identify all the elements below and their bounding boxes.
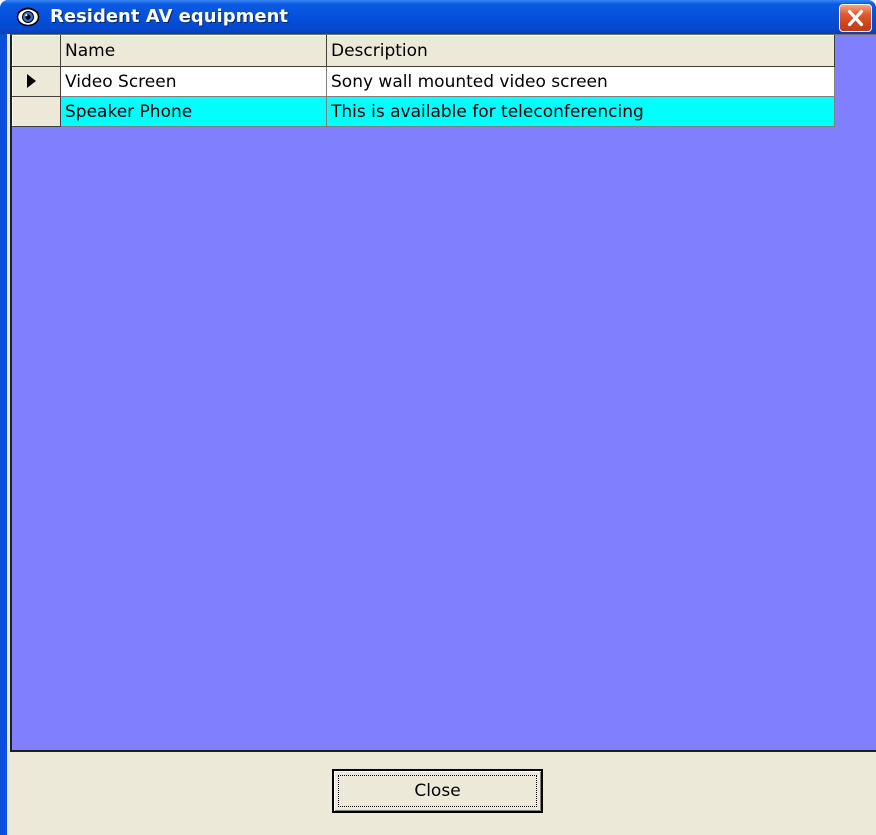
row-pointer-icon [27,74,36,88]
column-header-name[interactable]: Name [60,35,327,67]
description-cell[interactable]: Sony wall mounted video screen [326,66,835,97]
dialog-window: Resident AV equipment Name Description V… [0,0,876,835]
table-row[interactable]: Video Screen Sony wall mounted video scr… [12,66,835,97]
row-selector[interactable] [12,66,61,97]
eye-icon [16,5,40,29]
equipment-table: Name Description Video Screen Sony wall … [12,35,835,127]
row-selector[interactable] [12,96,61,127]
table-row[interactable]: Speaker Phone This is available for tele… [12,96,835,127]
name-cell[interactable]: Speaker Phone [60,96,327,127]
column-header-description[interactable]: Description [326,35,835,67]
window-title: Resident AV equipment [50,6,288,27]
header-row: Name Description [12,35,835,67]
name-cell[interactable]: Video Screen [60,66,327,97]
row-header-corner [12,35,61,67]
equipment-grid[interactable]: Name Description Video Screen Sony wall … [10,34,876,752]
dialog-client-area: Name Description Video Screen Sony wall … [7,34,876,835]
close-button-label: Close [414,781,461,801]
description-cell[interactable]: This is available for teleconferencing [326,96,835,127]
window-close-button[interactable] [839,4,872,32]
close-button[interactable]: Close [332,769,543,813]
title-bar[interactable]: Resident AV equipment [0,0,876,34]
